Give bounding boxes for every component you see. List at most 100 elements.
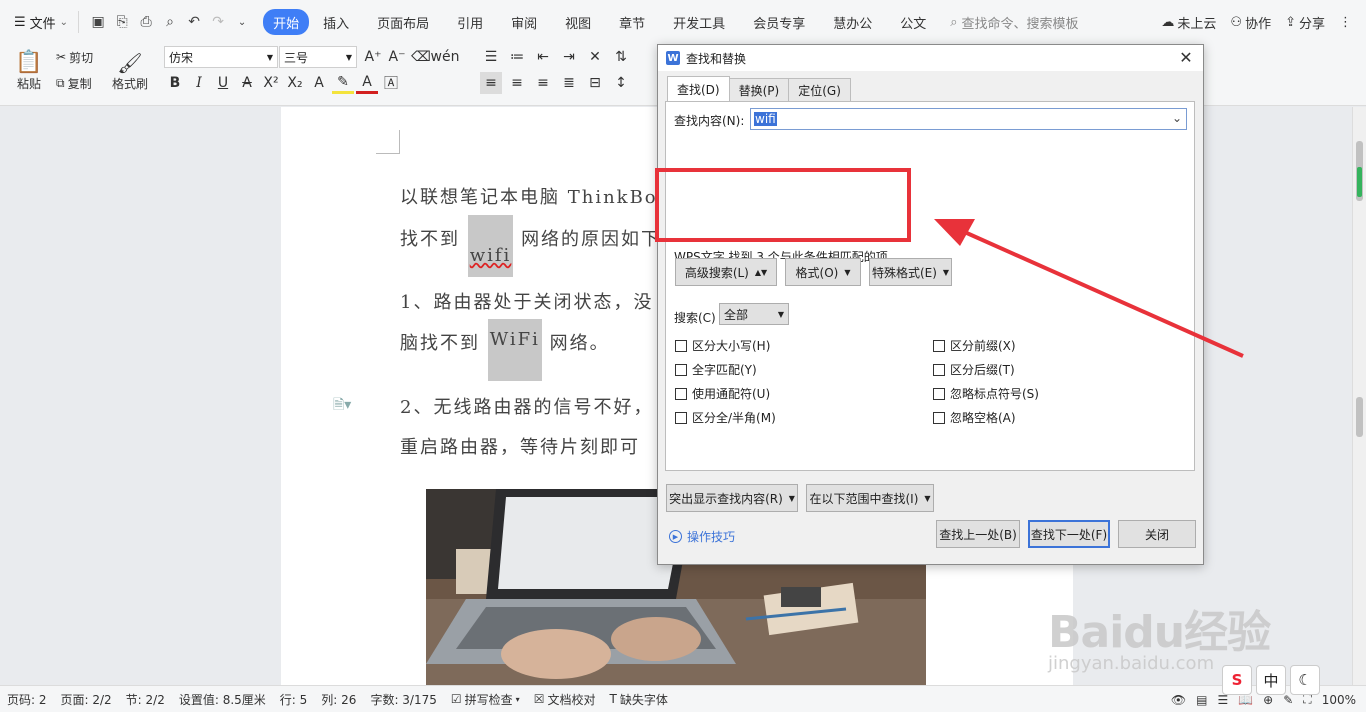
checkbox[interactable]	[675, 411, 687, 424]
align-center-icon[interactable]: ≡	[506, 72, 528, 94]
paste-button[interactable]: 📋 粘贴	[12, 46, 46, 96]
export-pdf-icon[interactable]: ⎘	[111, 11, 133, 33]
checkbox[interactable]	[933, 411, 945, 424]
highlight-matches-button[interactable]: 突出显示查找内容(R) ▼	[666, 484, 798, 512]
paragraph-menu-icon[interactable]: 🗎▾	[333, 394, 351, 418]
find-in-button[interactable]: 在以下范围中查找(I) ▼	[806, 484, 934, 512]
strikethrough-icon[interactable]: A	[236, 72, 258, 94]
zoom-level[interactable]: 100%	[1322, 693, 1356, 707]
operation-tips-link[interactable]: ▶ 操作技巧	[669, 528, 735, 545]
increase-indent-icon[interactable]: ⇥	[558, 46, 580, 68]
copy-button[interactable]: ⧉ 复制	[56, 74, 92, 92]
collaborate-button[interactable]: ⚇ 协作	[1230, 13, 1271, 32]
tab-page-layout[interactable]: 页面布局	[363, 9, 443, 35]
status-word-count[interactable]: 字数: 3/175	[363, 691, 443, 708]
option-match-suffix[interactable]: 区分后缀(T)	[933, 361, 1015, 378]
option-full-half-width[interactable]: 区分全/半角(M)	[675, 409, 776, 426]
status-pages[interactable]: 页面: 2/2	[54, 691, 119, 708]
tab-smart-office[interactable]: 慧办公	[819, 9, 886, 35]
checkbox[interactable]	[675, 363, 687, 376]
tab-replace[interactable]: 替换(P)	[728, 78, 790, 101]
tab-references[interactable]: 引用	[443, 9, 497, 35]
decrease-indent-icon[interactable]: ⇤	[532, 46, 554, 68]
doc-text-line[interactable]: 以联想笔记本电脑 ThinkBoo	[400, 183, 670, 209]
bullet-list-icon[interactable]: ☰	[480, 46, 502, 68]
checkbox[interactable]	[675, 339, 687, 352]
missing-font-button[interactable]: T 缺失字体	[602, 691, 674, 708]
status-row[interactable]: 行: 5	[273, 691, 315, 708]
spell-check-button[interactable]: ☑ 拼写检查 ▾	[444, 691, 527, 708]
tab-goto[interactable]: 定位(G)	[788, 78, 851, 101]
tab-insert[interactable]: 插入	[309, 9, 363, 35]
more-button[interactable]: ⋮	[1339, 15, 1352, 30]
align-right-icon[interactable]: ≡	[532, 72, 554, 94]
font-size-select[interactable]: 三号 ▼	[279, 46, 357, 68]
print-preview-icon[interactable]: ⌕	[159, 11, 181, 33]
vertical-scrollbar[interactable]	[1352, 107, 1366, 685]
cloud-status-button[interactable]: ☁ 未上云	[1161, 13, 1216, 32]
tab-official-doc[interactable]: 公文	[886, 9, 940, 35]
option-ignore-punctuation[interactable]: 忽略标点符号(S)	[933, 385, 1039, 402]
moon-icon[interactable]: ☾	[1290, 665, 1320, 695]
shrink-font-icon[interactable]: A⁻	[386, 46, 408, 68]
eye-protection-icon[interactable]: 👁	[1171, 693, 1186, 707]
ime-mode-button[interactable]: 中	[1256, 665, 1286, 695]
checkbox[interactable]	[933, 363, 945, 376]
text-effect-icon[interactable]: A	[308, 72, 330, 94]
chinese-layout-icon[interactable]: ✕	[584, 46, 606, 68]
sort-icon[interactable]: ⇅	[610, 46, 632, 68]
advanced-search-button[interactable]: 高级搜索(L) ▲▼	[675, 258, 777, 286]
format-button[interactable]: 格式(O) ▼	[785, 258, 861, 286]
file-menu[interactable]: ☰ 文件 ⌄	[0, 7, 78, 37]
status-setting[interactable]: 设置值: 8.5厘米	[172, 691, 273, 708]
tab-developer[interactable]: 开发工具	[659, 9, 739, 35]
tab-review[interactable]: 审阅	[497, 9, 551, 35]
justify-icon[interactable]: ≣	[558, 72, 580, 94]
dialog-titlebar[interactable]: W 查找和替换	[658, 45, 1203, 71]
special-format-button[interactable]: 特殊格式(E) ▼	[869, 258, 952, 286]
bold-icon[interactable]: B	[164, 72, 186, 94]
dialog-close-icon[interactable]: ✕	[1177, 48, 1195, 67]
print-icon[interactable]: ⎙	[135, 11, 157, 33]
option-ignore-spaces[interactable]: 忽略空格(A)	[933, 409, 1016, 426]
chevron-down-icon[interactable]: ⌄	[1172, 111, 1182, 125]
clear-format-icon[interactable]: ⌫	[410, 46, 432, 68]
share-button[interactable]: ⇪ 分享	[1285, 13, 1325, 32]
font-family-select[interactable]: 仿宋 ▼	[164, 46, 278, 68]
checkbox[interactable]	[933, 339, 945, 352]
option-wildcards[interactable]: 使用通配符(U)	[675, 385, 770, 402]
customize-icon[interactable]: ⌄	[231, 11, 253, 33]
undo-icon[interactable]: ↶	[183, 11, 205, 33]
option-match-case[interactable]: 区分大小写(H)	[675, 337, 770, 354]
checkbox[interactable]	[933, 387, 945, 400]
char-border-icon[interactable]: 🄰	[380, 72, 402, 94]
doc-text-line[interactable]: 1、路由器处于关闭状态，没	[400, 288, 653, 314]
scroll-thumb-secondary[interactable]	[1356, 397, 1363, 437]
redo-icon[interactable]: ↷	[207, 11, 229, 33]
cut-button[interactable]: ✂ 剪切	[56, 48, 93, 66]
status-page-number[interactable]: 页码: 2	[0, 691, 54, 708]
doc-text-line[interactable]: 重启路由器，等待片刻即可	[400, 433, 640, 459]
subscript-icon[interactable]: X₂	[284, 72, 306, 94]
format-painter-button[interactable]: 🖌 格式刷	[110, 46, 150, 96]
doc-text-line[interactable]: 2、无线路由器的信号不好，	[400, 393, 653, 419]
superscript-icon[interactable]: X²	[260, 72, 282, 94]
tab-member[interactable]: 会员专享	[739, 9, 819, 35]
save-icon[interactable]: ▣	[87, 11, 109, 33]
option-whole-word[interactable]: 全字匹配(Y)	[675, 361, 757, 378]
grow-font-icon[interactable]: A⁺	[362, 46, 384, 68]
status-col[interactable]: 列: 26	[314, 691, 363, 708]
checkbox[interactable]	[675, 387, 687, 400]
doc-check-button[interactable]: ☒ 文档校对	[527, 691, 603, 708]
tab-view[interactable]: 视图	[551, 9, 605, 35]
find-previous-button[interactable]: 查找上一处(B)	[936, 520, 1020, 548]
page-view-icon[interactable]: ▤	[1196, 693, 1207, 707]
numbered-list-icon[interactable]: ≔	[506, 46, 528, 68]
option-match-prefix[interactable]: 区分前缀(X)	[933, 337, 1016, 354]
underline-icon[interactable]: U	[212, 72, 234, 94]
doc-text-line[interactable]: 脑找不到 WiFi 网络。	[400, 319, 610, 381]
command-search[interactable]: ⌕ 查找命令、搜索模板	[950, 13, 1078, 32]
highlight-color-icon[interactable]: ✎	[332, 72, 354, 94]
line-spacing-icon[interactable]: ↕	[610, 72, 632, 94]
align-left-icon[interactable]: ≡	[480, 72, 502, 94]
